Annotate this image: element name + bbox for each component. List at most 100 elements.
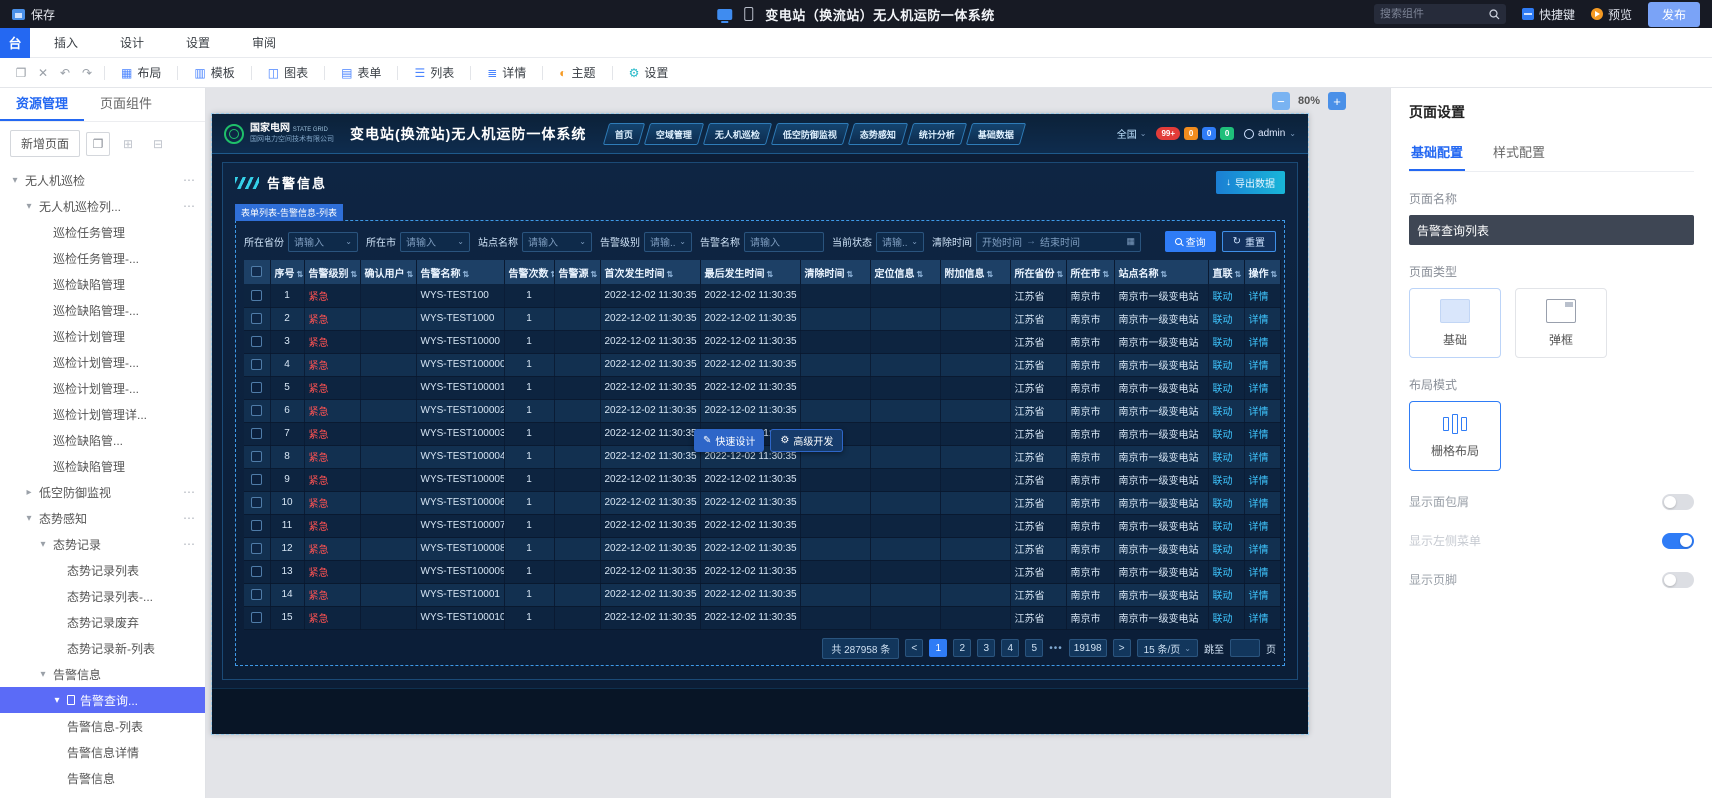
copy-icon[interactable]: ❐ <box>10 63 32 83</box>
sort-icon[interactable]: ⇅ <box>591 270 598 279</box>
page-name-input[interactable] <box>1409 215 1694 245</box>
filter-select[interactable]: 请输入 ⌄ <box>288 231 358 252</box>
caret-down-icon[interactable]: ▾ <box>24 513 34 524</box>
tree-item[interactable]: 巡检任务管理 <box>0 219 205 245</box>
preview-nav-3[interactable]: 无人机巡检 <box>703 122 773 145</box>
tool-6[interactable]: ≣ 详情 <box>477 64 536 81</box>
tree-item[interactable]: 巡检缺陷管理 <box>0 453 205 479</box>
sort-icon[interactable]: ⇅ <box>351 270 358 279</box>
sort-icon[interactable]: ⇅ <box>1057 270 1064 279</box>
linkage-link[interactable]: 联动 <box>1213 453 1233 464</box>
sort-icon[interactable]: ⇅ <box>1235 270 1242 279</box>
caret-down-icon[interactable]: ▾ <box>38 539 48 550</box>
tree-item[interactable]: 态势记录列表 <box>0 557 205 583</box>
table-row[interactable]: 11 紧急 WYS-TEST100007 1 2022-12-02 11:30:35 20… <box>244 514 1281 538</box>
sort-icon[interactable]: ⇅ <box>667 270 674 279</box>
page-button-last[interactable]: 19198 <box>1068 639 1107 657</box>
tree-item[interactable]: ▾ 无人机巡检列... ⋯ <box>0 193 205 219</box>
sort-icon[interactable]: ⇅ <box>987 270 994 279</box>
menu-item-3[interactable]: 设置 <box>186 34 210 51</box>
undo-icon[interactable]: ↶ <box>54 63 76 83</box>
page-type-modal[interactable]: 弹框 <box>1515 288 1607 358</box>
detail-link[interactable]: 详情 <box>1249 315 1269 326</box>
tree-item[interactable]: 巡检缺陷管... <box>0 427 205 453</box>
tool-8[interactable]: ⚙ 设置 <box>619 64 679 81</box>
detail-link[interactable]: 详情 <box>1249 476 1269 487</box>
detail-link[interactable]: 详情 <box>1249 499 1269 510</box>
table-row[interactable]: 2 紧急 WYS-TEST1000 1 2022-12-02 11:30:35 2022-… <box>244 307 1281 331</box>
row-checkbox[interactable] <box>251 542 263 554</box>
linkage-link[interactable]: 联动 <box>1213 591 1233 602</box>
filter-select[interactable]: 请输...⌄ <box>876 231 924 252</box>
table-row[interactable]: 5 紧急 WYS-TEST100001 1 2022-12-02 11:30:35 202… <box>244 376 1281 400</box>
table-row[interactable]: 13 紧急 WYS-TEST100009 1 2022-12-02 11:30:35 20… <box>244 560 1281 584</box>
row-checkbox[interactable] <box>251 565 263 577</box>
linkage-link[interactable]: 联动 <box>1213 614 1233 625</box>
detail-link[interactable]: 详情 <box>1249 338 1269 349</box>
caret-down-icon[interactable]: ▾ <box>38 669 48 680</box>
tool-4[interactable]: ▤ 表单 <box>331 64 391 81</box>
tool-5[interactable]: ☰ 列表 <box>404 64 464 81</box>
table-row[interactable]: 6 紧急 WYS-TEST100002 1 2022-12-02 11:30:35 202… <box>244 399 1281 423</box>
tree-item[interactable]: ▸ 低空防御监视 ⋯ <box>0 479 205 505</box>
caret-down-icon[interactable]: ▾ <box>10 175 20 186</box>
tree-item[interactable]: 巡检任务管理-... <box>0 245 205 271</box>
zoom-in-button[interactable]: + <box>1328 92 1346 110</box>
table-row[interactable]: 12 紧急 WYS-TEST100008 1 2022-12-02 11:30:35 20… <box>244 537 1281 561</box>
linkage-link[interactable]: 联动 <box>1213 292 1233 303</box>
column-header-station[interactable]: 站点名称 ⇅ <box>1114 260 1209 284</box>
linkage-link[interactable]: 联动 <box>1213 522 1233 533</box>
more-icon[interactable]: ⋯ <box>183 199 195 213</box>
preview-nav-6[interactable]: 统计分析 <box>907 122 968 145</box>
sidebar-tab-1[interactable]: 资源管理 <box>0 88 85 121</box>
preview-nav-7[interactable]: 基础数据 <box>966 122 1027 145</box>
linkage-link[interactable]: 联动 <box>1213 568 1233 579</box>
date-range-picker[interactable]: 开始时间 → 结束时间 ▦ <box>976 231 1141 252</box>
save-button[interactable]: 保存 <box>31 6 55 23</box>
tree-item[interactable]: 巡检计划管理-... <box>0 349 205 375</box>
linkage-link[interactable]: 联动 <box>1213 338 1233 349</box>
tree-item[interactable]: 告警信息详情 <box>0 739 205 765</box>
tree-item[interactable]: 告警信息 <box>0 765 205 791</box>
linkage-link[interactable]: 联动 <box>1213 384 1233 395</box>
user-menu[interactable]: admin ⌄ <box>1244 128 1296 139</box>
filter-select[interactable]: 请输入 ⌄ <box>400 231 470 252</box>
row-checkbox[interactable] <box>251 611 263 623</box>
more-icon[interactable]: ⋯ <box>183 173 195 187</box>
row-checkbox[interactable] <box>251 450 263 462</box>
tree-item[interactable]: ▾ 态势记录 ⋯ <box>0 531 205 557</box>
linkage-link[interactable]: 联动 <box>1213 407 1233 418</box>
list-component[interactable]: 表单列表-告警信息-列表 所在省份 请输入 ⌄ 所在市 请输入 ⌄ 站点名称 请输入 ⌄ 告警级别… <box>235 204 1285 666</box>
prev-page-button[interactable]: < <box>905 639 924 657</box>
sort-icon[interactable]: ⇅ <box>1103 270 1110 279</box>
table-row[interactable]: 15 紧急 WYS-TEST100010 1 2022-12-02 11:30:35 20… <box>244 606 1281 630</box>
shortcut-button[interactable]: 快捷键 <box>1521 6 1575 23</box>
row-checkbox[interactable] <box>251 404 263 416</box>
tree-item[interactable]: 巡检计划管理 <box>0 323 205 349</box>
alarm-count-badge[interactable]: 0 <box>1184 127 1199 140</box>
tree-item[interactable]: 告警信息-列表 <box>0 713 205 739</box>
query-button[interactable]: 查询 <box>1164 231 1216 252</box>
tree-item[interactable]: ▾ 态势感知 ⋯ <box>0 505 205 531</box>
delete-icon[interactable]: ✕ <box>32 63 54 83</box>
panel-tab-1[interactable]: 基础配置 <box>1409 136 1466 171</box>
reset-button[interactable]: ↻ 重置 <box>1221 231 1276 252</box>
new-page-button[interactable]: 新增页面 <box>10 130 81 157</box>
sort-icon[interactable]: ⇅ <box>551 270 554 279</box>
page-button-3[interactable]: 3 <box>977 639 996 657</box>
tree-item[interactable]: ▾ 无人机巡检 ⋯ <box>0 167 205 193</box>
page-button-2[interactable]: 2 <box>953 639 972 657</box>
detail-link[interactable]: 详情 <box>1249 453 1269 464</box>
detail-link[interactable]: 详情 <box>1249 545 1269 556</box>
column-header-last[interactable]: 最后发生时间 ⇅ <box>700 260 801 284</box>
row-checkbox[interactable] <box>251 427 263 439</box>
page-button-1[interactable]: 1 <box>929 639 948 657</box>
mobile-preview-icon[interactable] <box>744 7 754 21</box>
column-header-op[interactable]: 操作 ⇅ <box>1244 260 1281 284</box>
tool-1[interactable]: ▦ 布局 <box>111 64 171 81</box>
tree-item[interactable]: 巡检计划管理详... <box>0 401 205 427</box>
tree-item[interactable]: ▾ 告警查询... <box>0 687 205 713</box>
tree-item[interactable]: 巡检计划管理-... <box>0 375 205 401</box>
alarm-count-badge[interactable]: 0 <box>1202 127 1217 140</box>
quick-design-button[interactable]: ✎ 快速设计 <box>694 429 765 452</box>
